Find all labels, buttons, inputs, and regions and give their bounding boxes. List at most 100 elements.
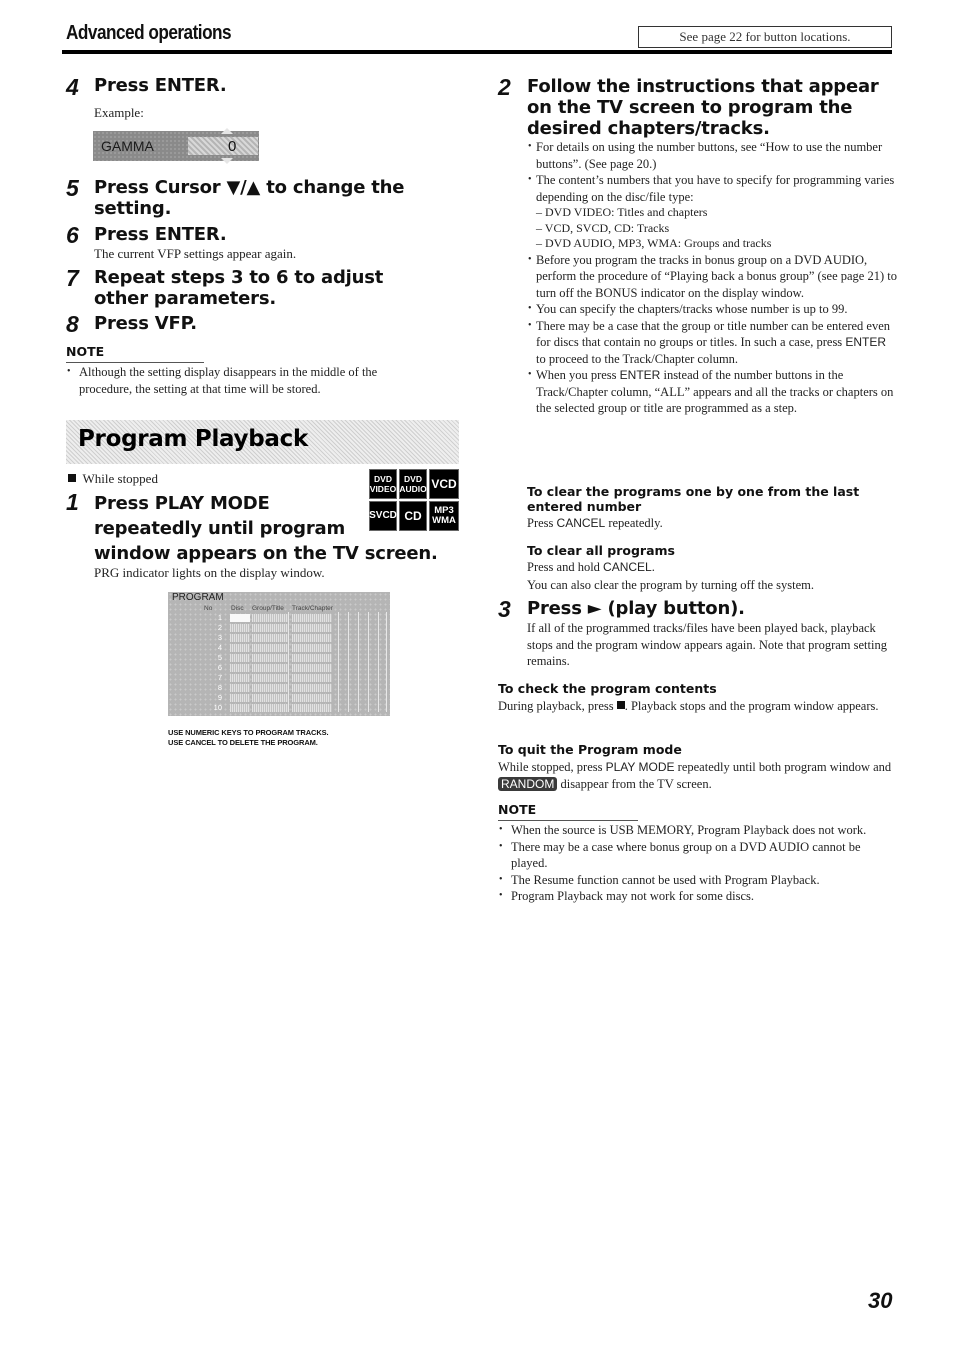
program-cell xyxy=(292,624,332,632)
cancel-key-label: CANCEL xyxy=(603,560,652,574)
program-cell xyxy=(252,644,288,652)
program-cell xyxy=(252,664,288,672)
program-row-number: 3 xyxy=(217,633,222,642)
program-cell xyxy=(252,684,288,692)
subheading-quit-mode: To quit the Program mode xyxy=(498,742,682,757)
subheading-check-contents: To check the program contents xyxy=(498,681,717,696)
quit-mode-body: While stopped, press PLAY MODE repeatedl… xyxy=(498,760,892,791)
program-cell xyxy=(292,684,332,692)
step-number: 8 xyxy=(66,311,79,337)
program-cell xyxy=(292,704,332,712)
disc-type-list: – DVD VIDEO: Titles and chapters – VCD, … xyxy=(536,205,897,252)
enter-key-label: ENTER xyxy=(619,368,661,382)
step-body: The current VFP settings appear again. xyxy=(94,246,297,261)
program-cell xyxy=(252,634,288,642)
disc-type-badges: DVD VIDEO DVD AUDIO VCD SVCD CD MP3 WMA xyxy=(369,469,459,531)
bullet-item: You can specify the chapters/tracks whos… xyxy=(527,301,897,318)
header-rule xyxy=(62,50,892,54)
arrow-down-icon xyxy=(221,158,233,164)
play-icon: ► xyxy=(587,598,602,619)
badge-cd: CD xyxy=(399,501,427,531)
program-row-number: 1 xyxy=(217,613,222,622)
subheading-clear-all: To clear all programs xyxy=(527,543,675,558)
note-rule xyxy=(66,362,204,363)
program-row-number: 7 xyxy=(217,673,222,682)
program-cell xyxy=(230,654,250,662)
bullet-item: The content’s numbers that you have to s… xyxy=(527,172,897,252)
note-rule xyxy=(498,820,638,821)
program-row-number: 8 xyxy=(217,683,222,692)
program-row-number: 2 xyxy=(217,623,222,632)
heading-line: window appears on the TV screen. xyxy=(94,543,438,564)
program-cell xyxy=(292,664,332,672)
section-title: Advanced operations xyxy=(66,22,232,44)
step2-bullets: For details on using the number buttons,… xyxy=(527,139,897,417)
button-location-reference: See page 22 for button locations. xyxy=(638,26,892,48)
step-heading: Press Cursor ▼/▲ to change the setting. xyxy=(94,177,434,219)
step-heading: Press VFP. xyxy=(94,313,197,334)
stop-square-icon xyxy=(68,474,76,482)
program-screen-title: PROGRAM xyxy=(172,592,224,603)
badge-dvd-video: DVD VIDEO xyxy=(369,469,397,499)
disc-type-item: – DVD VIDEO: Titles and chapters xyxy=(536,205,708,219)
step-number: 5 xyxy=(66,175,79,201)
bullet-item: When you press ENTER instead of the numb… xyxy=(527,367,897,417)
note-list: When the source is USB MEMORY, Program P… xyxy=(498,822,893,905)
badge-vcd: VCD xyxy=(429,469,459,499)
program-cell xyxy=(292,644,332,652)
program-grid-line xyxy=(348,612,349,712)
program-grid-line xyxy=(386,612,387,712)
clear-one-body: Press CANCEL repeatedly. xyxy=(527,516,663,530)
program-cell xyxy=(252,674,288,682)
program-screen-caption: USE NUMERIC KEYS TO PROGRAM TRACKS. USE … xyxy=(168,728,329,747)
gamma-value-bar xyxy=(188,137,258,155)
program-cell xyxy=(252,704,288,712)
program-cell xyxy=(292,694,332,702)
column-header-track-chapter: Track/Chapter xyxy=(292,605,333,612)
clear-all-body-2: You can also clear the program by turnin… xyxy=(527,578,814,592)
bullet-item: There may be a case that the group or ti… xyxy=(527,318,897,368)
note-heading: NOTE xyxy=(66,344,105,359)
step-number: 2 xyxy=(498,74,511,100)
note-list: Although the setting display disappears … xyxy=(66,364,426,397)
program-row-number: 5 xyxy=(217,653,222,662)
program-grid-line xyxy=(338,612,339,712)
program-cell xyxy=(252,694,288,702)
program-cell xyxy=(230,624,250,632)
program-cell xyxy=(230,664,250,672)
cancel-key-label: CANCEL xyxy=(556,516,606,530)
disc-type-item: – DVD AUDIO, MP3, WMA: Groups and tracks xyxy=(536,236,772,250)
badge-svcd: SVCD xyxy=(369,501,397,531)
enter-key-label: ENTER xyxy=(845,335,886,349)
caption-line: USE NUMERIC KEYS TO PROGRAM TRACKS. xyxy=(168,728,329,737)
badge-mp3-wma: MP3 WMA xyxy=(429,501,459,531)
program-screen: PROGRAM No Disc Group/Title Track/Chapte… xyxy=(168,592,390,716)
gamma-label: GAMMA xyxy=(101,138,154,154)
program-cell xyxy=(292,614,332,622)
note-item: When the source is USB MEMORY, Program P… xyxy=(498,822,893,839)
arrow-up-icon xyxy=(221,128,233,134)
check-contents-body: During playback, press . Playback stops … xyxy=(498,699,879,713)
program-row-number: 6 xyxy=(217,663,222,672)
cursor-arrows-icon: ▼/▲ xyxy=(226,177,261,198)
program-row-number: 10 xyxy=(213,703,222,712)
condition-text: While stopped xyxy=(82,471,158,486)
program-row-number: 4 xyxy=(217,643,222,652)
badge-dvd-audio: DVD AUDIO xyxy=(399,469,427,499)
note-item: The Resume function cannot be used with … xyxy=(498,872,893,889)
program-grid-line xyxy=(288,612,289,712)
step-number: 1 xyxy=(66,489,79,515)
caption-line: USE CANCEL TO DELETE THE PROGRAM. xyxy=(168,737,318,747)
gamma-value: 0 xyxy=(228,138,237,155)
program-cell xyxy=(230,694,250,702)
bullet-item: Before you program the tracks in bonus g… xyxy=(527,252,897,302)
program-cell xyxy=(230,684,250,692)
program-grid-line xyxy=(358,612,359,712)
program-cell xyxy=(230,634,250,642)
gamma-setting-display: GAMMA 0 xyxy=(93,128,259,164)
program-cell xyxy=(230,644,250,652)
program-cell xyxy=(230,674,250,682)
section-banner-title: Program Playback xyxy=(78,426,308,452)
program-cell xyxy=(252,614,288,622)
clear-all-body: Press and hold CANCEL. xyxy=(527,560,655,574)
